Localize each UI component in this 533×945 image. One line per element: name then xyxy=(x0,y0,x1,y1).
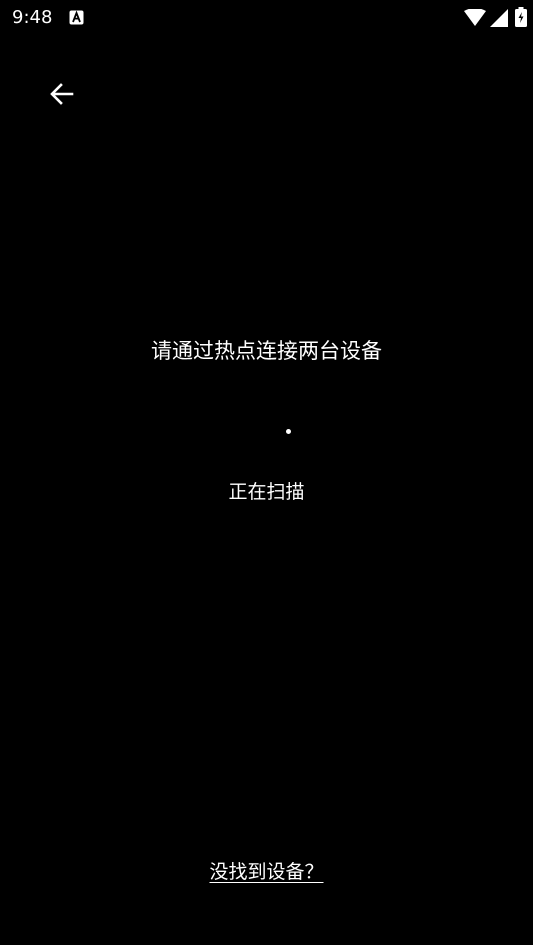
a-box-icon xyxy=(69,10,84,25)
status-time: 9:48 xyxy=(12,7,53,28)
scanning-indicator xyxy=(286,429,291,434)
wifi-icon xyxy=(464,8,486,26)
device-not-found-link[interactable]: 没找到设备？ xyxy=(0,858,533,886)
arrow-left-icon xyxy=(50,83,74,105)
status-bar: 9:48 xyxy=(0,0,533,36)
device-not-found-label: 没找到设备？ xyxy=(209,861,324,883)
back-button[interactable] xyxy=(40,72,84,116)
scan-status-text: 正在扫描 xyxy=(228,481,305,503)
battery-charging-icon xyxy=(515,7,527,27)
signal-icon xyxy=(490,9,508,27)
instruction-text: 请通过热点连接两台设备 xyxy=(151,339,382,363)
